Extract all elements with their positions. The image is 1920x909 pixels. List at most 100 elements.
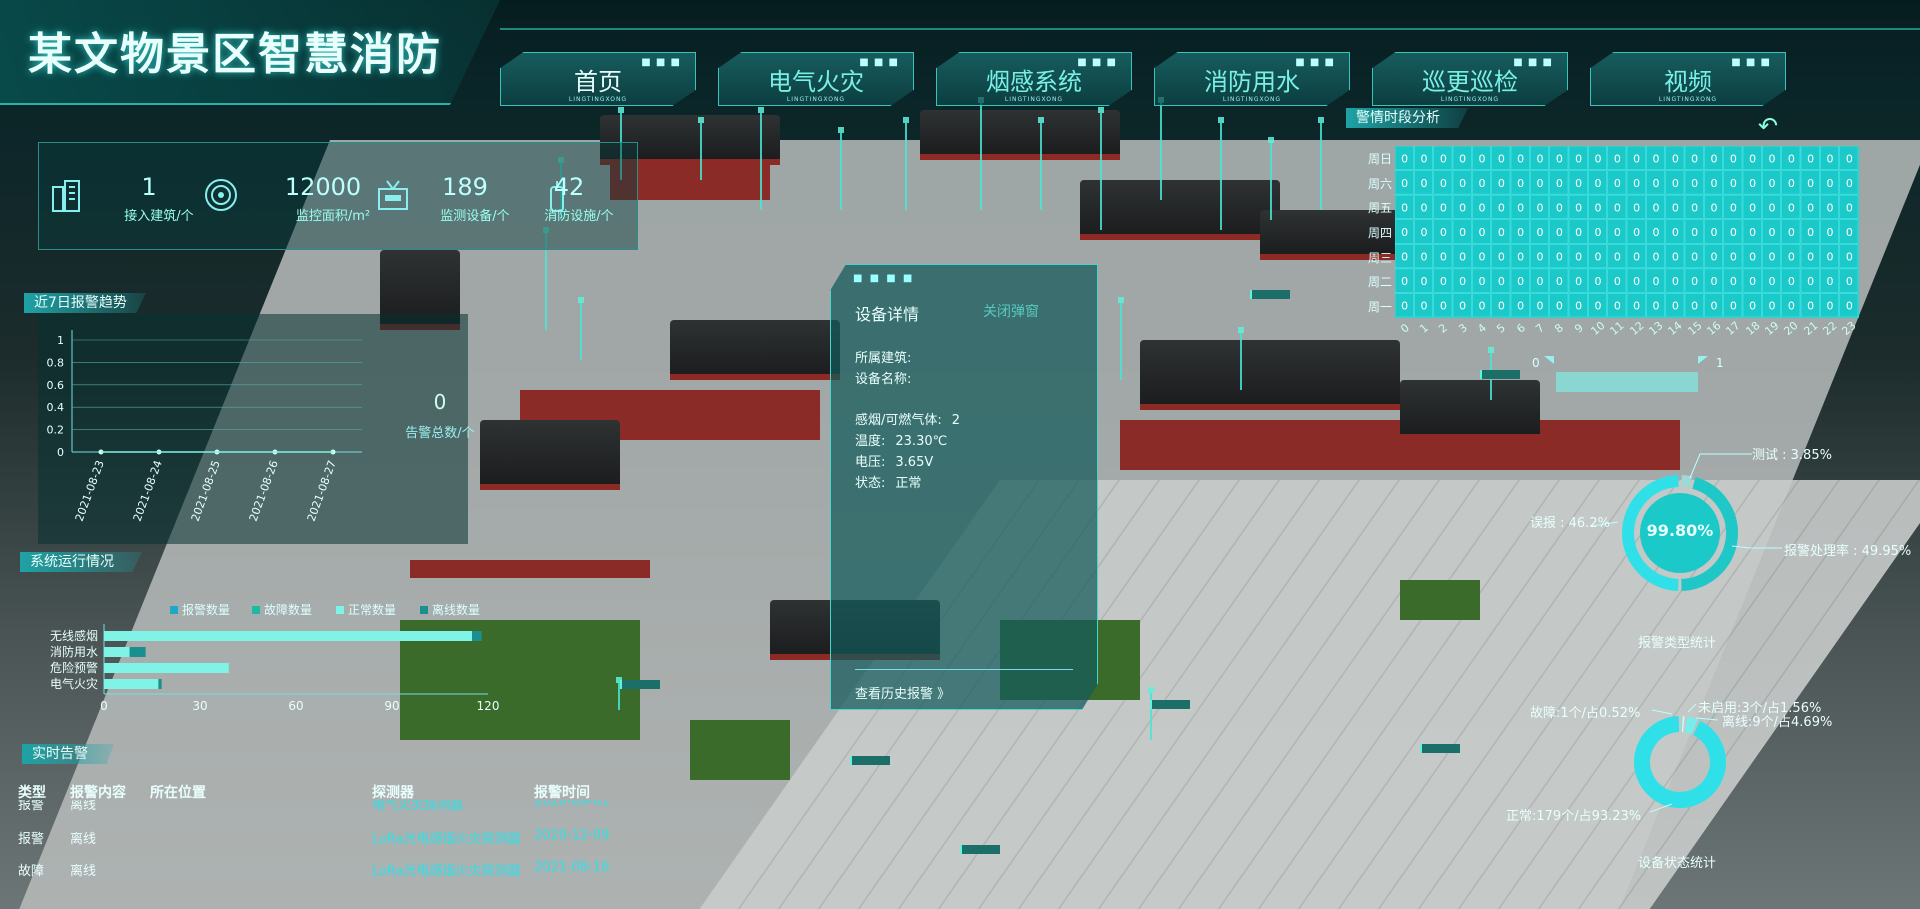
heatmap-cell-value: 0: [1633, 201, 1640, 214]
tab-subtext: LINGTINGXONG: [568, 96, 628, 103]
heatmap-cell-value: 0: [1517, 275, 1524, 288]
view-history-link[interactable]: 查看历史报警 》: [855, 683, 950, 702]
tab-electrical-fire[interactable]: ■ ■ ■ 电气火灾 LINGTINGXONG: [718, 52, 914, 106]
bar-segment: [104, 663, 229, 673]
sensor-pin[interactable]: [578, 297, 584, 360]
heatmap-cell-value: 0: [1711, 226, 1718, 239]
header: 某文物景区智慧消防 ■ ■ ■ 首页 LINGTINGXONG ■ ■ ■ 电气…: [0, 0, 1920, 110]
close-popup-button[interactable]: 关闭弹窗: [983, 301, 1039, 321]
sensor-pin[interactable]: [1098, 107, 1104, 230]
heatmap-cell-value: 0: [1672, 177, 1679, 190]
sensor-pin[interactable]: [758, 107, 764, 210]
stat-value: 42: [553, 173, 585, 201]
heatmap-cell-value: 0: [1498, 300, 1505, 313]
tab-dots: ■ ■ ■: [1513, 57, 1553, 68]
legend-label: 离线数量: [432, 603, 481, 617]
heatmap-cell-value: 0: [1459, 275, 1466, 288]
heatmap-cell-value: 0: [1595, 152, 1602, 165]
slider-handle-max[interactable]: [1698, 356, 1708, 364]
callout-test: 测试 : 3.85%: [1752, 448, 1832, 463]
tab-home[interactable]: ■ ■ ■ 首页 LINGTINGXONG: [500, 52, 696, 106]
tab-fire-water[interactable]: ■ ■ ■ 消防用水 LINGTINGXONG: [1154, 52, 1350, 106]
heatmap-cell-value: 0: [1479, 251, 1486, 264]
tab-video[interactable]: ■ ■ ■ 视频 LINGTINGXONG: [1590, 52, 1786, 106]
heatmap-cell-value: 0: [1421, 201, 1428, 214]
heatmap-cell-value: 0: [1769, 275, 1776, 288]
category-label: 电气火灾: [50, 676, 98, 691]
stat-value: 189: [442, 173, 488, 201]
tab-patrol[interactable]: ■ ■ ■ 巡更巡检 LINGTINGXONG: [1372, 52, 1568, 106]
sensor-tag[interactable]: [1480, 370, 1520, 379]
tab-label: 电气火灾: [768, 67, 864, 96]
heatmap-cell-value: 0: [1749, 152, 1756, 165]
heatmap-cell-value: 0: [1537, 201, 1544, 214]
sensor-tag[interactable]: [620, 680, 660, 689]
heatmap-cell-value: 0: [1421, 226, 1428, 239]
row-content: 离线: [70, 832, 97, 847]
sensor-pin[interactable]: [698, 117, 704, 180]
callout-false-alarm: 误报 : 46.2%: [1530, 516, 1610, 531]
heatmap-cell-value: 0: [1846, 177, 1853, 190]
heatmap-cell-value: 0: [1498, 226, 1505, 239]
heatmap-cell-value: 0: [1556, 226, 1563, 239]
heatmap-cell-value: 0: [1440, 300, 1447, 313]
heatmap-cell-value: 0: [1730, 251, 1737, 264]
tab-smoke-system[interactable]: ■ ■ ■ 烟感系统 LINGTINGXONG: [936, 52, 1132, 106]
heatmap-cell-value: 0: [1517, 177, 1524, 190]
sensor-tag[interactable]: [960, 845, 1000, 854]
category-label: 无线感烟: [50, 628, 98, 643]
alarm-period-heatmap: 0 0 0 0 0 0 0 0 0 0 0 0 0 0 0 0 0 0 0 0 0 0 0 00 0 0 0 0 0 0 0 0 0 0 0 0 0 0 0…: [1395, 146, 1859, 318]
heatmap-cell-value: 0: [1633, 226, 1640, 239]
sensor-pin[interactable]: [1158, 97, 1164, 200]
sensor-pin[interactable]: [978, 97, 984, 210]
callout-offline: 离线:9个/占4.69%: [1722, 715, 1833, 730]
heatmap-row-label: 周四: [1367, 226, 1392, 240]
sensor-pin[interactable]: [1148, 687, 1154, 740]
heatmap-cell-value: 0: [1691, 251, 1698, 264]
sensor-pin[interactable]: [1318, 117, 1324, 210]
field-value: 23.30℃: [895, 434, 948, 449]
heatmap-cell-value: 0: [1730, 300, 1737, 313]
heatmap-cell-value: 0: [1614, 201, 1621, 214]
heatmap-cell-value: 0: [1595, 226, 1602, 239]
sensor-pin[interactable]: [1268, 137, 1274, 220]
slider-handle-min[interactable]: [1544, 356, 1554, 364]
sensor-pin[interactable]: [1118, 297, 1124, 380]
system-bar-chart: 无线感烟消防用水危险预警电气火灾0 30 60 90 120: [50, 624, 499, 713]
heatmap-cell-value: 0: [1401, 251, 1408, 264]
heatmap-cell-value: 0: [1440, 201, 1447, 214]
sensor-tag[interactable]: [1150, 700, 1190, 709]
sensor-tag[interactable]: [850, 756, 890, 765]
heatmap-row-label: 周三: [1367, 250, 1392, 265]
sensor-tag[interactable]: [1250, 290, 1290, 299]
heatmap-cell-value: 0: [1807, 201, 1814, 214]
building-field: 所属建筑:: [855, 347, 911, 366]
bar-segment: [104, 647, 130, 657]
sensor-pin[interactable]: [903, 117, 909, 210]
heatmap-cell-value: 0: [1807, 226, 1814, 239]
heatmap-cell-value: 0: [1691, 201, 1698, 214]
heatmap-cell-value: 0: [1614, 251, 1621, 264]
table-row[interactable]: 故障 离线 LoRa光电感烟火灾探测器 2021-08-16: [0, 860, 660, 880]
building-icon: [52, 180, 80, 212]
heatmap-row-label: 周二: [1367, 275, 1392, 290]
heatmap-cell-value: 0: [1788, 275, 1795, 288]
heatmap-cell-value: 0: [1711, 152, 1718, 165]
heatmap-cell-value: 0: [1749, 226, 1756, 239]
table-row-partial[interactable]: 报警 离线 电气火灾探测器 2020-09-01: [0, 800, 660, 812]
heatmap-cell-value: 0: [1614, 275, 1621, 288]
page-title: 某文物景区智慧消防: [28, 29, 442, 80]
back-arrow-icon[interactable]: ↶: [1758, 112, 1788, 140]
legend-swatch: [420, 605, 428, 614]
sensor-pin[interactable]: [1218, 117, 1224, 230]
legend-label: 故障数量: [264, 603, 313, 617]
sensor-pin[interactable]: [838, 127, 844, 210]
heatmap-cell-value: 0: [1788, 152, 1795, 165]
alarm-total-label: 告警总数/个: [405, 426, 475, 441]
sensor-tag[interactable]: [1420, 744, 1460, 753]
sensor-pin[interactable]: [1238, 327, 1244, 390]
sensor-pin[interactable]: [1038, 117, 1044, 210]
heatmap-cell-value: 0: [1517, 226, 1524, 239]
table-row[interactable]: 报警 离线 LoRa光电感烟火灾探测器 2020-12-09: [0, 828, 660, 848]
visual-map-slider[interactable]: [1556, 372, 1698, 392]
